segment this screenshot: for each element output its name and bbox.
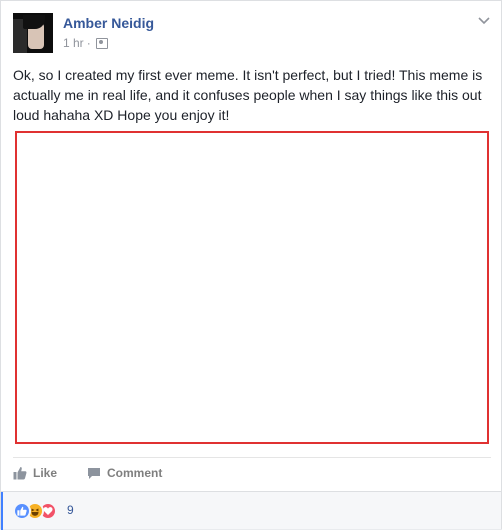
comment-button[interactable]: Comment (87, 466, 162, 480)
author-name[interactable]: Amber Neidig (63, 15, 154, 31)
comment-icon (87, 467, 101, 480)
like-button[interactable]: Like (13, 466, 57, 480)
reactions-accent (1, 492, 3, 530)
post-actions: Like Comment (13, 460, 491, 486)
reaction-count[interactable]: 9 (67, 503, 74, 517)
thumbs-up-icon (13, 466, 27, 480)
post-text: Ok, so I created my first ever meme. It … (13, 67, 483, 123)
like-label: Like (33, 466, 58, 480)
actions-divider (13, 457, 491, 458)
post-header: Amber Neidig 1 hr · (13, 13, 491, 55)
author-avatar[interactable] (13, 13, 53, 53)
comment-label: Comment (107, 466, 163, 480)
reactions-bar: 9 (1, 491, 501, 530)
post-meta: 1 hr · (63, 36, 108, 50)
post-time[interactable]: 1 hr (63, 36, 84, 50)
reaction-icons[interactable] (13, 502, 57, 520)
meme-image-placeholder[interactable] (15, 131, 489, 444)
friends-icon[interactable] (95, 38, 108, 49)
meta-separator: · (86, 36, 91, 50)
post-card: Amber Neidig 1 hr · Ok, so I created my … (0, 0, 502, 530)
like-reaction-icon (13, 502, 31, 520)
chevron-down-icon[interactable] (477, 15, 491, 27)
